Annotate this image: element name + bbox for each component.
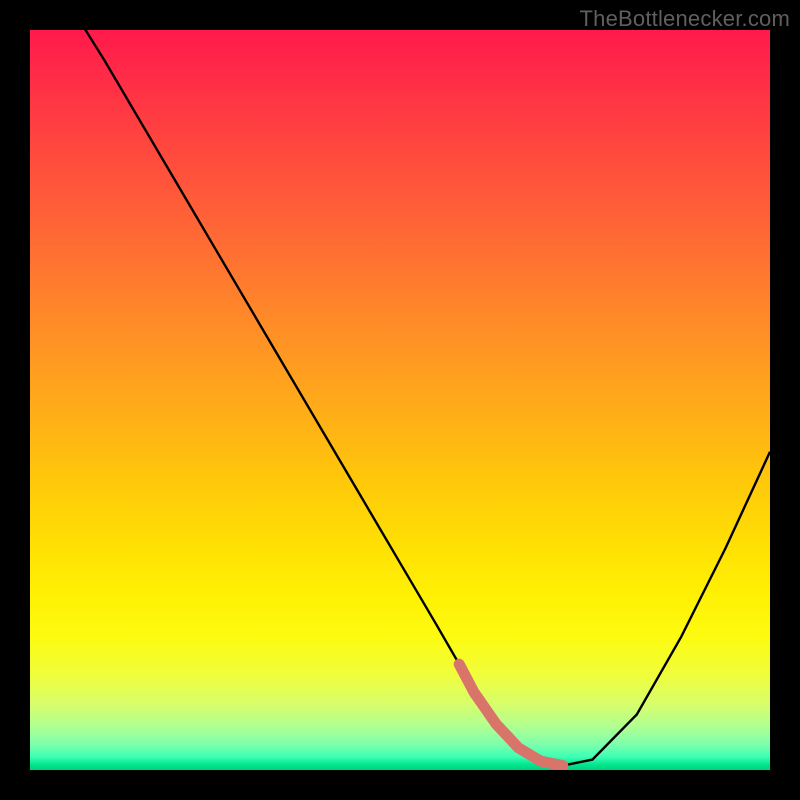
optimal-range-marker <box>30 30 770 770</box>
plot-area <box>30 30 770 770</box>
chart-frame: TheBottlenecker.com <box>0 0 800 800</box>
watermark-text: TheBottlenecker.com <box>580 6 790 32</box>
marker-path <box>459 664 563 765</box>
